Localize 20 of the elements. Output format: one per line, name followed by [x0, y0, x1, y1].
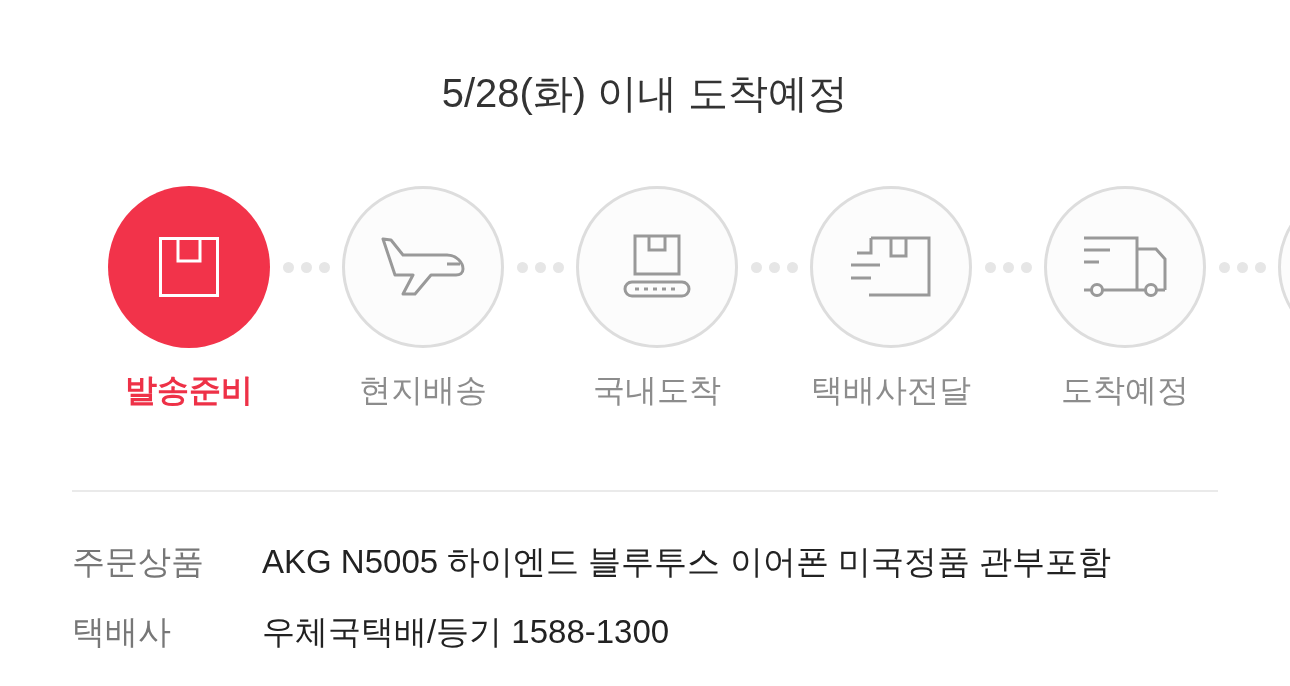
step-label: 도착예정 — [1061, 371, 1189, 410]
airplane-icon — [381, 237, 465, 297]
step-label: 발송준비 — [125, 371, 253, 410]
box-speed-lines-icon — [850, 236, 932, 298]
dotted-connector — [984, 261, 1032, 273]
info-label: 주문상품 — [72, 542, 205, 582]
dotted-connector — [282, 261, 330, 273]
step-label: 국내도착 — [593, 371, 721, 410]
dotted-connector — [750, 261, 798, 273]
dotted-connector — [1218, 261, 1266, 273]
delivery-estimate-title: 5/28(화) 이내 도착예정 — [441, 70, 849, 117]
box-on-conveyor-icon — [623, 234, 691, 300]
dotted-connector — [516, 261, 564, 273]
step-label: 현지배송 — [359, 371, 487, 410]
truck-icon — [1082, 235, 1168, 299]
info-label: 택배사 — [72, 612, 172, 652]
info-value: AKG N5005 하이엔드 블루투스 이어폰 미국정품 관부포함 — [262, 542, 1111, 582]
info-value: 우체국택배/등기 1588-1300 — [262, 612, 670, 652]
step-label: 택배사전달 — [811, 371, 971, 410]
box-icon — [159, 237, 219, 297]
